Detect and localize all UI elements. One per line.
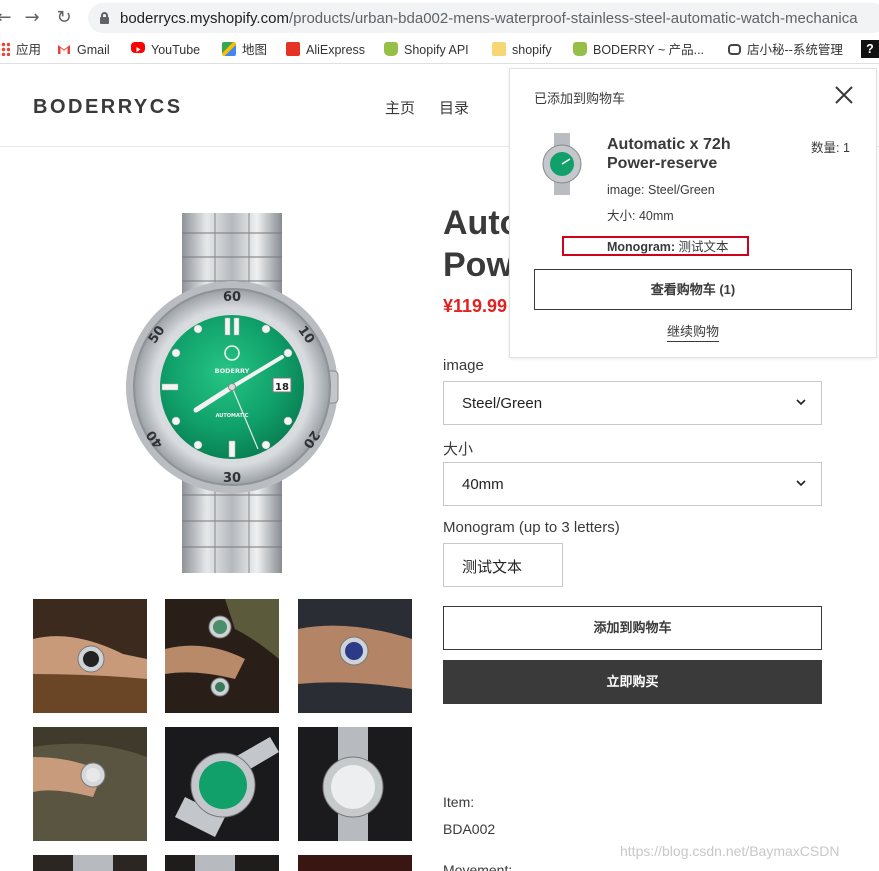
bookmark-label: YouTube (151, 43, 201, 57)
image-select-value: Steel/Green (462, 395, 543, 412)
product-thumbnail[interactable] (165, 727, 279, 841)
reload-icon[interactable]: ↻ (54, 8, 74, 28)
close-icon[interactable] (832, 83, 856, 107)
product-thumbnail[interactable] (165, 599, 279, 713)
cart-popup: 已添加到购物车 Automatic x 72h Power-reserve 数量… (509, 68, 877, 358)
bookmark-label: AliExpress (306, 43, 366, 57)
product-thumbnail[interactable] (298, 855, 412, 871)
continue-shopping-link[interactable]: 继续购物 (667, 321, 720, 342)
dial-brand: BODERRY (215, 367, 250, 375)
robot-icon (728, 44, 741, 55)
buy-now-button[interactable]: 立即购买 (443, 660, 822, 704)
url-domain: boderrycs.myshopify.com (120, 10, 289, 27)
folder-icon (492, 42, 506, 56)
add-to-cart-button[interactable]: 添加到购物车 (443, 606, 822, 650)
image-select[interactable]: Steel/Green (443, 381, 822, 425)
help-icon[interactable]: ? (861, 40, 879, 58)
product-thumbnail[interactable] (298, 727, 412, 841)
back-arrow-icon[interactable]: ← (0, 8, 14, 28)
nav-catalog[interactable]: 目录 (439, 97, 469, 118)
bookmark-apps[interactable]: 应用 (0, 41, 41, 59)
monogram-label: Monogram (up to 3 letters) (443, 519, 620, 536)
nav-home[interactable]: 主页 (385, 97, 415, 118)
item-value: BDA002 (443, 821, 496, 837)
option-label-image: image (443, 357, 484, 374)
cart-item-image (542, 133, 582, 195)
bezel-mark: 60 (223, 290, 241, 305)
bookmark-shopify-folder[interactable]: shopify (492, 41, 552, 59)
bookmark-youtube[interactable]: YouTube (131, 41, 200, 59)
bookmarks-bar: 应用 Gmail YouTube 地图 AliExpress Shopify A… (0, 36, 879, 64)
shopify-icon (384, 42, 398, 56)
bookmark-maps[interactable]: 地图 (222, 41, 267, 59)
date-window: 18 (275, 382, 289, 393)
bookmark-shopify-api[interactable]: Shopify API (384, 41, 469, 59)
watermark: https://blog.csdn.net/BaymaxCSDN (620, 843, 840, 859)
movement-label: Movement: (443, 862, 513, 871)
monogram-input-value: 测试文本 (462, 559, 523, 576)
lock-icon (100, 12, 109, 24)
forward-arrow-icon[interactable]: → (22, 8, 42, 28)
bookmark-label: 应用 (16, 43, 42, 57)
url-omnibox[interactable]: boderrycs.myshopify.com/products/urban-b… (88, 3, 879, 33)
bookmark-label: BODERRY ~ 产品... (593, 43, 705, 57)
cart-popup-header: 已添加到购物车 (534, 91, 626, 106)
aliexpress-icon (286, 42, 300, 56)
product-thumbnail[interactable] (165, 855, 279, 871)
url-text: boderrycs.myshopify.com/products/urban-b… (120, 10, 858, 27)
url-path: /products/urban-bda002-mens-waterproof-s… (288, 10, 858, 27)
bezel-mark: 30 (223, 471, 241, 486)
product-thumbnail[interactable] (298, 599, 412, 713)
bookmark-boderry[interactable]: BODERRY ~ 产品... (573, 41, 704, 59)
size-select-value: 40mm (462, 476, 504, 493)
browser-address-bar: ← → ↻ boderrycs.myshopify.com/products/u… (0, 0, 879, 36)
cart-item-name: Automatic x 72h Power-reserve (607, 136, 731, 172)
bookmark-dianxiaomi[interactable]: 店小秘--系统管理 (728, 41, 843, 59)
option-label-size: 大小 (443, 441, 474, 458)
shopify-icon (573, 42, 587, 56)
maps-icon (222, 42, 236, 56)
size-select[interactable]: 40mm (443, 462, 822, 506)
product-title-line2: Pow (443, 246, 513, 284)
bookmark-label: 地图 (242, 43, 268, 57)
item-label: Item: (443, 794, 475, 810)
gmail-icon (57, 42, 71, 56)
bookmark-label: Shopify API (404, 43, 469, 57)
apps-grid-icon (0, 42, 10, 56)
product-thumbnail[interactable] (33, 855, 147, 871)
bookmark-gmail[interactable]: Gmail (57, 41, 110, 59)
bookmark-label: 店小秘--系统管理 (747, 43, 843, 57)
bookmark-label: Gmail (77, 43, 110, 57)
product-main-image[interactable]: 60 10 20 30 40 50 18 BODERRY AUTOMATIC (120, 205, 345, 580)
annotation-highlight-box (562, 236, 749, 256)
chevron-down-icon (796, 399, 806, 406)
product-thumbnail[interactable] (33, 727, 147, 841)
cart-item-option-size: 大小: 40mm (607, 209, 674, 223)
view-cart-button[interactable]: 查看购物车 (1) (534, 269, 852, 310)
product-price: ¥119.99 (443, 296, 508, 316)
cart-item-quantity: 数量: 1 (811, 141, 850, 155)
product-thumbnail[interactable] (33, 599, 147, 713)
bookmark-label: shopify (512, 43, 552, 57)
cart-item-option-image: image: Steel/Green (607, 183, 715, 197)
bookmark-aliexpress[interactable]: AliExpress (286, 41, 365, 59)
youtube-icon (131, 42, 145, 53)
monogram-input[interactable]: 测试文本 (443, 543, 563, 587)
chevron-down-icon (796, 480, 806, 487)
site-logo[interactable]: BODERRYCS (33, 96, 183, 119)
